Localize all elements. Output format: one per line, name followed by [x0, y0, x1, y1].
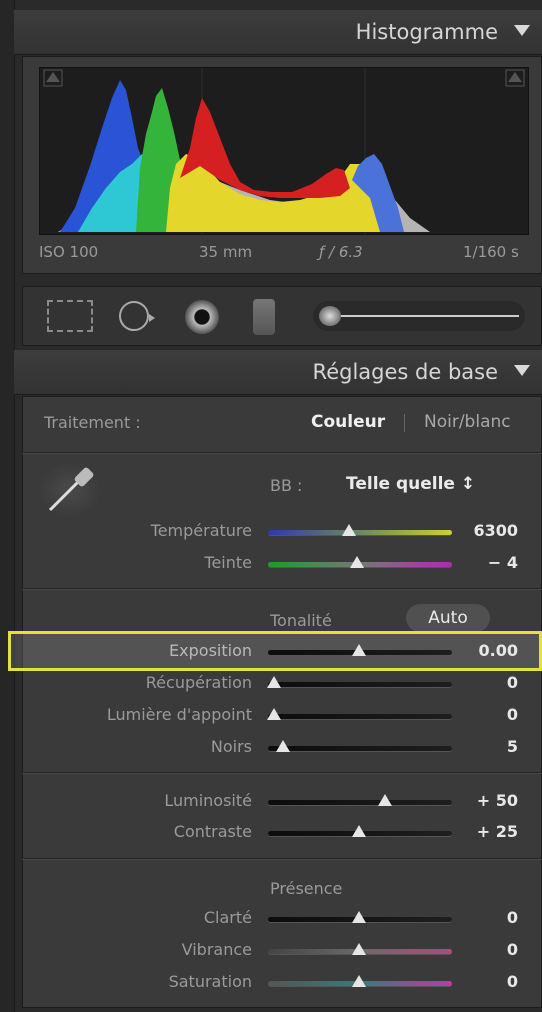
slider-label: Lumière d'appoint — [106, 705, 252, 724]
collapse-triangle-icon[interactable] — [514, 25, 530, 36]
histogram-svg — [43, 68, 525, 234]
slider-value[interactable]: 0 — [458, 705, 518, 724]
iso-readout: ISO 100 — [39, 243, 99, 261]
slider-value[interactable]: 0 — [458, 972, 518, 991]
slider-value[interactable]: + 50 — [458, 791, 518, 810]
slider-thumb[interactable] — [352, 644, 366, 656]
slider-value[interactable]: 0 — [458, 940, 518, 959]
treatment-divider — [404, 414, 405, 432]
graduated-filter-icon[interactable] — [253, 299, 275, 335]
slider-label: Noirs — [210, 737, 252, 756]
red-eye-icon[interactable] — [185, 300, 219, 334]
histogram-graph — [39, 67, 529, 235]
presence-title: Présence — [270, 879, 343, 898]
slider-thumb[interactable] — [341, 524, 356, 536]
slider-label: Contraste — [173, 822, 252, 841]
slider-thumb[interactable] — [350, 556, 365, 568]
tool-strip — [22, 286, 542, 346]
slider-label: Luminosité — [164, 791, 252, 810]
focal-readout: 35 mm — [199, 243, 253, 261]
slider-label: Clarté — [203, 908, 252, 927]
aperture-readout: ƒ / 6.3 — [319, 243, 363, 261]
spot-arrow-icon — [149, 314, 155, 322]
slider-thumb[interactable] — [352, 943, 366, 955]
clipping-indicator-shadows — [46, 72, 60, 82]
wb-label: BB : — [270, 476, 303, 495]
divider — [22, 772, 542, 774]
wb-select[interactable]: Telle quelle ↕ — [346, 474, 475, 494]
slider-label: Saturation — [168, 972, 252, 991]
histogram-title: Histogramme — [355, 20, 498, 44]
slider-thumb[interactable] — [377, 794, 392, 806]
slider-value[interactable]: 5 — [458, 737, 518, 756]
slider-thumb[interactable] — [267, 676, 281, 688]
slider-thumb[interactable] — [352, 911, 366, 923]
slider-value[interactable]: 0.00 — [458, 641, 518, 660]
histogram-panel: ISO 100 35 mm ƒ / 6.3 1/160 s — [22, 56, 542, 274]
slider-value[interactable]: 0 — [458, 908, 518, 927]
slider-track[interactable] — [268, 800, 452, 805]
basic-title: Réglages de base — [312, 360, 498, 384]
slider-label: Température — [150, 521, 252, 540]
adjustment-brush-slider[interactable] — [313, 301, 525, 331]
eyedropper-icon — [48, 467, 94, 512]
histogram-header[interactable]: Histogramme — [14, 10, 542, 55]
panel-gutter — [0, 0, 15, 1012]
slider-track[interactable] — [268, 746, 452, 751]
slider-thumb[interactable] — [267, 708, 281, 720]
slider-value[interactable]: − 4 — [458, 553, 518, 572]
bw-option[interactable]: Noir/blanc — [424, 412, 511, 432]
treatment-label: Traitement : — [44, 413, 141, 432]
slider-track[interactable] — [268, 714, 452, 719]
brush-line — [341, 315, 519, 317]
collapse-triangle-icon-basic[interactable] — [514, 365, 530, 376]
slider-label: Exposition — [169, 641, 252, 660]
divider — [22, 452, 542, 454]
clipping-indicator-highlights — [508, 72, 522, 82]
divider — [22, 858, 542, 860]
crop-tool-icon[interactable] — [47, 300, 93, 332]
divider — [22, 588, 542, 590]
brush-icon — [319, 306, 341, 326]
shutter-readout: 1/160 s — [463, 243, 519, 261]
slider-thumb[interactable] — [275, 740, 290, 752]
slider-thumb[interactable] — [352, 975, 366, 987]
slider-value[interactable]: 6300 — [458, 521, 518, 540]
slider-value[interactable]: 0 — [458, 673, 518, 692]
slider-label: Teinte — [204, 553, 252, 572]
slider-label: Récupération — [145, 673, 252, 692]
spot-removal-icon[interactable] — [119, 301, 149, 331]
slider-track[interactable] — [268, 682, 452, 687]
wb-picker-button[interactable] — [38, 462, 102, 518]
color-option[interactable]: Couleur — [311, 412, 385, 432]
slider-label: Vibrance — [181, 940, 252, 959]
slider-value[interactable]: + 25 — [458, 822, 518, 841]
basic-header[interactable]: Réglages de base — [14, 350, 542, 395]
tone-title: Tonalité — [270, 611, 332, 630]
slider-thumb[interactable] — [352, 825, 366, 837]
auto-button[interactable]: Auto — [406, 604, 490, 632]
slider-track[interactable] — [268, 530, 452, 535]
